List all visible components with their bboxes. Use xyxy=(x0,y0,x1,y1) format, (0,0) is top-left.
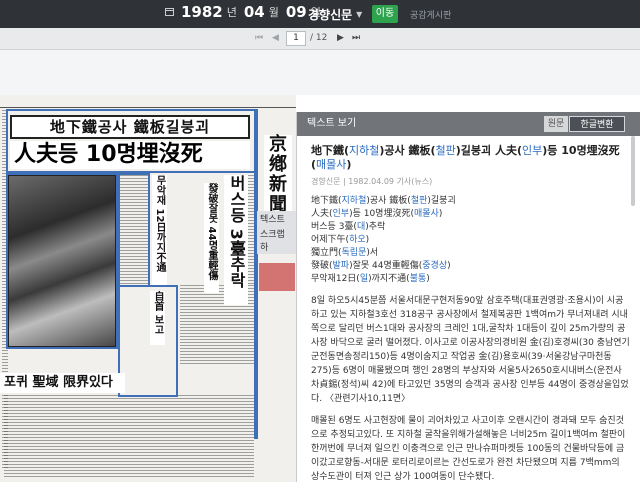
article-highlight-box[interactable] xyxy=(118,285,178,397)
newspaper-page-image[interactable]: 地下鐵공사 鐵板길붕괴 人夫등 10명埋沒死 버스등 3臺추락 무악재 12日까… xyxy=(0,95,296,482)
headline-line: 地下鐵(지하철)공사 鐵板(철판)길붕괴 xyxy=(311,195,630,208)
line-part: 버스등 3臺( xyxy=(311,222,357,232)
day-value[interactable]: 09 xyxy=(286,3,307,21)
prev-page-icon[interactable]: ◀ xyxy=(272,33,279,43)
line-reading: 하오 xyxy=(349,235,366,245)
title-part: ) xyxy=(346,158,352,171)
line-part: 人夫( xyxy=(311,209,333,219)
first-page-icon[interactable]: ⏮ xyxy=(255,33,263,43)
headline-line: 獨立門(독립문)서 xyxy=(311,247,630,260)
line-part: ) xyxy=(447,261,451,271)
line-part: ) xyxy=(438,209,443,219)
side-masthead: 京鄕新聞 xyxy=(264,135,292,215)
line-part: ) xyxy=(365,235,370,245)
line-reading: 독립문 xyxy=(341,248,367,258)
line-reading: 인부 xyxy=(332,209,350,219)
last-page-icon[interactable]: ⏭ xyxy=(352,33,360,43)
title-reading: 지하철 xyxy=(349,144,380,157)
line-part: 獨立門( xyxy=(311,248,342,258)
title-reading: 철판 xyxy=(435,144,456,157)
banner-headline: 地下鐵공사 鐵板길붕괴 xyxy=(10,115,250,139)
line-part: )공사 鐵板( xyxy=(366,196,411,206)
next-page-icon[interactable]: ▶ xyxy=(337,33,344,43)
headline-line: 發破(발파)잘못 44명重輕傷(중경상) xyxy=(311,260,630,273)
line-part: )잘못 44명重輕傷( xyxy=(349,261,423,271)
newspaper-select[interactable]: 경향신문 ▼ xyxy=(308,6,362,23)
viewer-margin xyxy=(0,50,640,95)
text-column xyxy=(4,395,254,479)
line-part: 무악재12日( xyxy=(311,274,360,284)
chevron-down-icon: ▼ xyxy=(356,10,363,19)
headline-line: 어제下午(하오) xyxy=(311,234,630,247)
line-part: ) xyxy=(426,274,430,284)
month-value[interactable]: 04 xyxy=(244,3,265,21)
panel-title: 텍스트 보기 xyxy=(307,118,357,129)
article-title: 地下鐵(지하철)공사 鐵板(철판)길붕괴 人夫(인부)등 10명埋沒死(매몰사) xyxy=(311,144,630,172)
panel-scrollbar[interactable] xyxy=(631,136,635,206)
board-link[interactable]: 공감게시판 xyxy=(410,8,451,21)
hangul-convert-toggle[interactable]: 한글변환 xyxy=(569,116,625,132)
newspaper-select-label: 경향신문 xyxy=(308,8,353,22)
side-advert xyxy=(259,263,295,291)
date-selector[interactable]: 1982 년 04 월 09 일 xyxy=(165,3,325,21)
line-part: )서 xyxy=(366,248,379,258)
article-paragraph: 매몰된 6명도 사고현장에 물이 괴어차있고 사고이후 오랜시간이 경과돼 모두… xyxy=(311,416,626,482)
text-view-panel: 텍스트 보기 원문 한글변환 地下鐵(지하철)공사 鐵板(철판)길붕괴 人夫(인… xyxy=(296,112,640,482)
line-part: )추락 xyxy=(365,222,386,232)
date-navigation-bar: 1982 년 04 월 09 일 경향신문 ▼ 이동 공감게시판 xyxy=(0,0,640,28)
original-toggle[interactable]: 원문 xyxy=(544,116,568,132)
vertical-headline: 무악재 12日까지不通 xyxy=(152,175,167,285)
headline-line: 버스등 3臺(대)추락 xyxy=(311,221,630,234)
line-part: 어제下午( xyxy=(311,235,350,245)
month-unit: 월 xyxy=(268,6,279,19)
accident-photo xyxy=(8,175,116,347)
panel-header: 텍스트 보기 원문 한글변환 xyxy=(297,112,640,136)
page-masthead-line xyxy=(0,100,296,108)
headline-line: 人夫(인부)등 10명埋沒死(매몰사) xyxy=(311,208,630,221)
line-reading: 발파 xyxy=(332,261,350,271)
title-reading: 인부 xyxy=(522,144,543,157)
line-part: 地下鐵( xyxy=(311,196,342,206)
panel-body: 地下鐵(지하철)공사 鐵板(철판)길붕괴 人夫(인부)등 10명埋沒死(매몰사)… xyxy=(297,136,640,484)
line-part: )등 10명埋沒死( xyxy=(349,209,414,219)
line-reading: 대 xyxy=(356,222,366,232)
line-part: )까지不通( xyxy=(368,274,410,284)
line-reading: 일 xyxy=(359,274,369,284)
headline-line: 무악재12日(일)까지不通(불통) xyxy=(311,273,630,286)
title-part: )공사 鐵板( xyxy=(379,144,436,157)
line-reading: 매몰사 xyxy=(413,209,439,219)
line-part: 發破( xyxy=(311,261,333,271)
scrap-overlay-label[interactable]: 스크랩 하 xyxy=(257,226,296,254)
article-highlight-box[interactable] xyxy=(254,109,258,439)
line-reading: 철판 xyxy=(410,196,428,206)
calendar-icon[interactable] xyxy=(165,8,174,16)
headline-lines: 地下鐵(지하철)공사 鐵板(철판)길붕괴 人夫(인부)등 10명埋沒死(매몰사)… xyxy=(311,195,630,286)
year-value[interactable]: 1982 xyxy=(181,3,223,21)
page-total: / 12 xyxy=(310,33,328,43)
go-button[interactable]: 이동 xyxy=(372,5,398,23)
vertical-headline: 發破잘못 44명重輕傷 xyxy=(204,183,219,293)
main-headline: 人夫등 10명埋沒死 xyxy=(10,141,250,169)
article-paragraph: 8일 하오5시45분쯤 서울서대문구현저동90앞 삼호주택(대표권영광·조용시)… xyxy=(311,296,630,404)
vertical-headline: 自首 보고 xyxy=(150,291,165,345)
article-meta: 경향신문 | 1982.04.09 기사(뉴스) xyxy=(311,177,433,186)
vertical-headline: 버스등 3臺추락 xyxy=(224,175,248,305)
line-reading: 불통 xyxy=(409,274,427,284)
line-reading: 중경상 xyxy=(422,261,448,271)
title-reading: 매몰사 xyxy=(316,158,347,171)
year-unit: 년 xyxy=(226,6,237,19)
line-part: )길붕괴 xyxy=(427,196,456,206)
article-highlight-box[interactable] xyxy=(118,173,150,287)
title-part: 地下鐵( xyxy=(311,144,350,157)
box-headline: 포퀴 聖域 限界있다 xyxy=(0,373,125,393)
line-reading: 지하철 xyxy=(341,196,367,206)
page-navigation-bar: ⏮ ◀ 1 / 12 ▶ ⏭ xyxy=(0,28,640,50)
title-part: )길붕괴 人夫( xyxy=(455,144,523,157)
page-number-input[interactable]: 1 xyxy=(286,31,306,46)
